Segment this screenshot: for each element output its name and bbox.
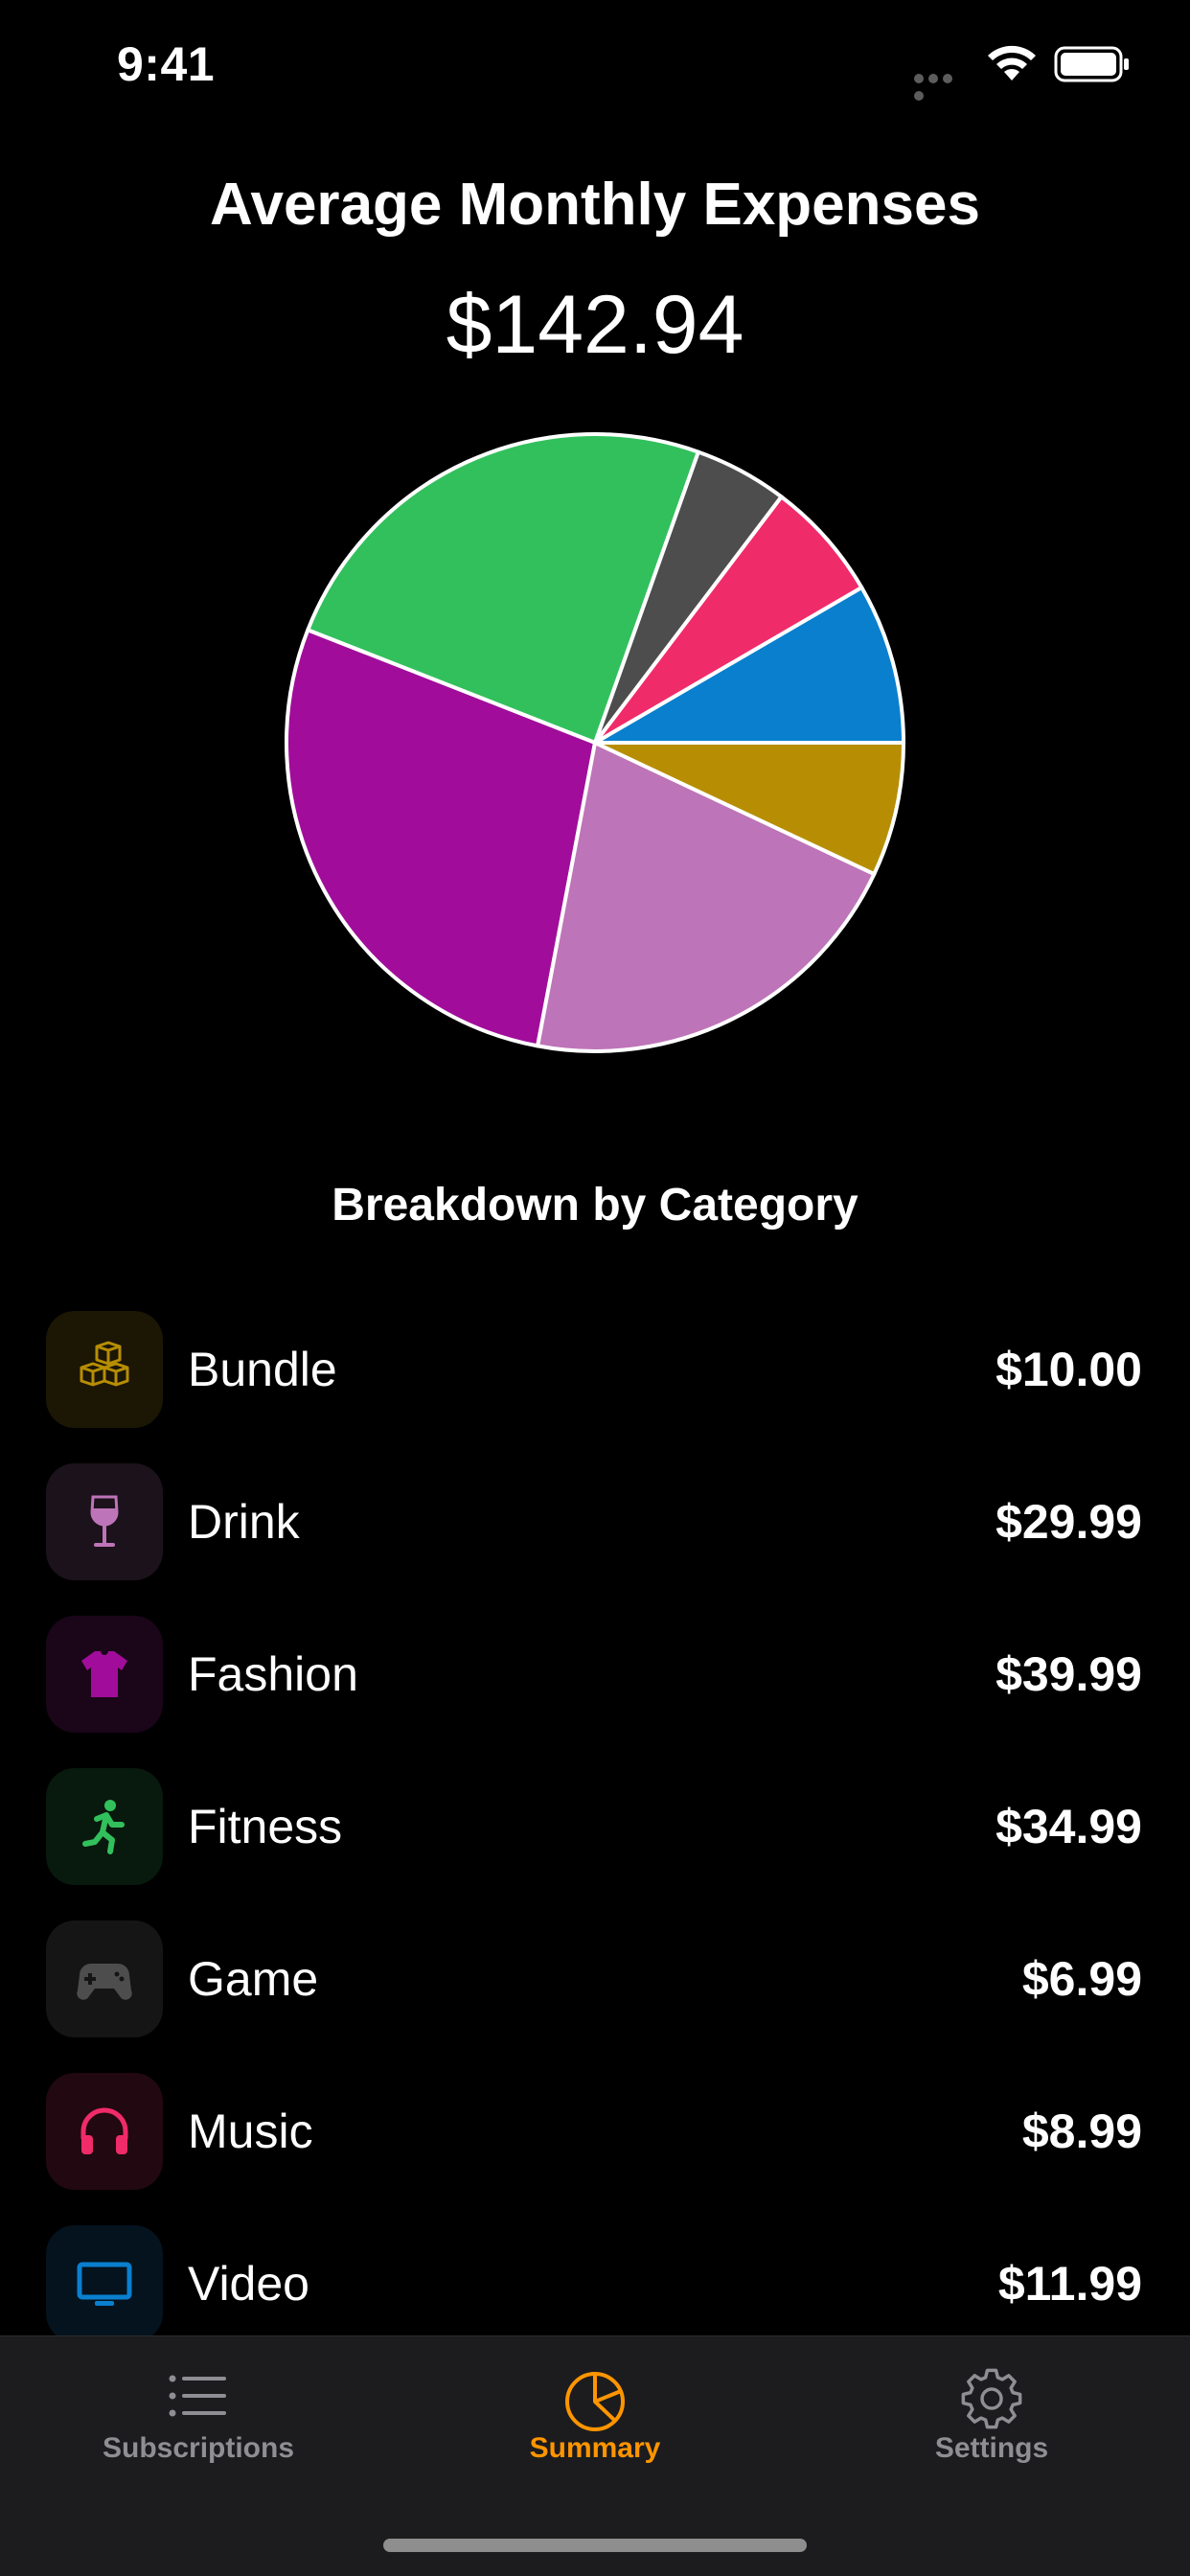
headphones-icon (80, 2107, 128, 2154)
category-row-video[interactable]: Video $11.99 (0, 2221, 1190, 2335)
tab-label: Settings (934, 2432, 1049, 2464)
category-name: Video (188, 2257, 309, 2311)
tv-icon (77, 2262, 132, 2306)
category-name: Drink (188, 1495, 300, 1549)
category-row-drink[interactable]: Drink $29.99 (0, 1460, 1190, 1584)
category-amount: $8.99 (1021, 2104, 1142, 2158)
page-title: Average Monthly Expenses (210, 172, 980, 238)
category-amount: $39.99 (995, 1647, 1142, 1701)
boxes-icon (80, 1341, 129, 1387)
category-amount: $29.99 (995, 1495, 1142, 1549)
tab-summary[interactable]: Summary (397, 2336, 793, 2471)
status-bar: 9:41 (0, 0, 1190, 134)
category-name: Fitness (188, 1800, 343, 1853)
wifi-icon (988, 45, 1036, 80)
category-amount: $10.00 (995, 1343, 1142, 1396)
category-icon-box (46, 1768, 163, 1885)
category-row-bundle[interactable]: Bundle $10.00 (0, 1307, 1190, 1432)
chart-pie-icon (565, 2372, 625, 2431)
gear-icon (961, 2368, 1022, 2429)
category-row-music[interactable]: Music $8.99 (0, 2069, 1190, 2194)
category-amount: $11.99 (997, 2257, 1142, 2311)
category-icon-box (46, 1616, 163, 1733)
signal-dots-icon (914, 71, 970, 101)
category-name: Bundle (188, 1343, 337, 1396)
list-icon (169, 2375, 226, 2417)
tshirt-icon (81, 1651, 127, 1697)
monthly-total: $142.94 (446, 279, 744, 371)
category-row-game[interactable]: Game $6.99 (0, 1917, 1190, 2041)
gamecontroller-icon (77, 1964, 132, 2000)
battery-icon (1054, 46, 1129, 82)
tab-label: Subscriptions (102, 2432, 295, 2464)
tab-label: Summary (529, 2432, 661, 2464)
category-row-fashion[interactable]: Fashion $39.99 (0, 1612, 1190, 1736)
category-name: Fashion (188, 1647, 358, 1701)
expense-pie-chart[interactable] (284, 431, 906, 1054)
category-icon-box (46, 1463, 163, 1580)
category-amount: $6.99 (1021, 1952, 1142, 2006)
tab-bar: Subscriptions Summary Settings (0, 2335, 1190, 2576)
category-icon-box (46, 2073, 163, 2190)
tab-settings[interactable]: Settings (793, 2336, 1190, 2471)
category-row-fitness[interactable]: Fitness $34.99 (0, 1764, 1190, 1889)
wine-glass-icon (90, 1495, 119, 1547)
category-amount: $34.99 (995, 1800, 1142, 1853)
category-icon-box (46, 2225, 163, 2335)
breakdown-title: Breakdown by Category (332, 1180, 858, 1230)
category-icon-box (46, 1920, 163, 2037)
home-indicator (383, 2539, 807, 2552)
category-list[interactable]: Bundle $10.00 Drink $29.99 Fashion $39.9… (0, 1307, 1190, 2335)
category-icon-box (46, 1311, 163, 1428)
tab-subscriptions[interactable]: Subscriptions (0, 2336, 397, 2471)
running-figure-icon (82, 1800, 125, 1854)
category-name: Game (188, 1952, 319, 2006)
category-name: Music (188, 2104, 313, 2158)
status-time: 9:41 (117, 37, 216, 91)
